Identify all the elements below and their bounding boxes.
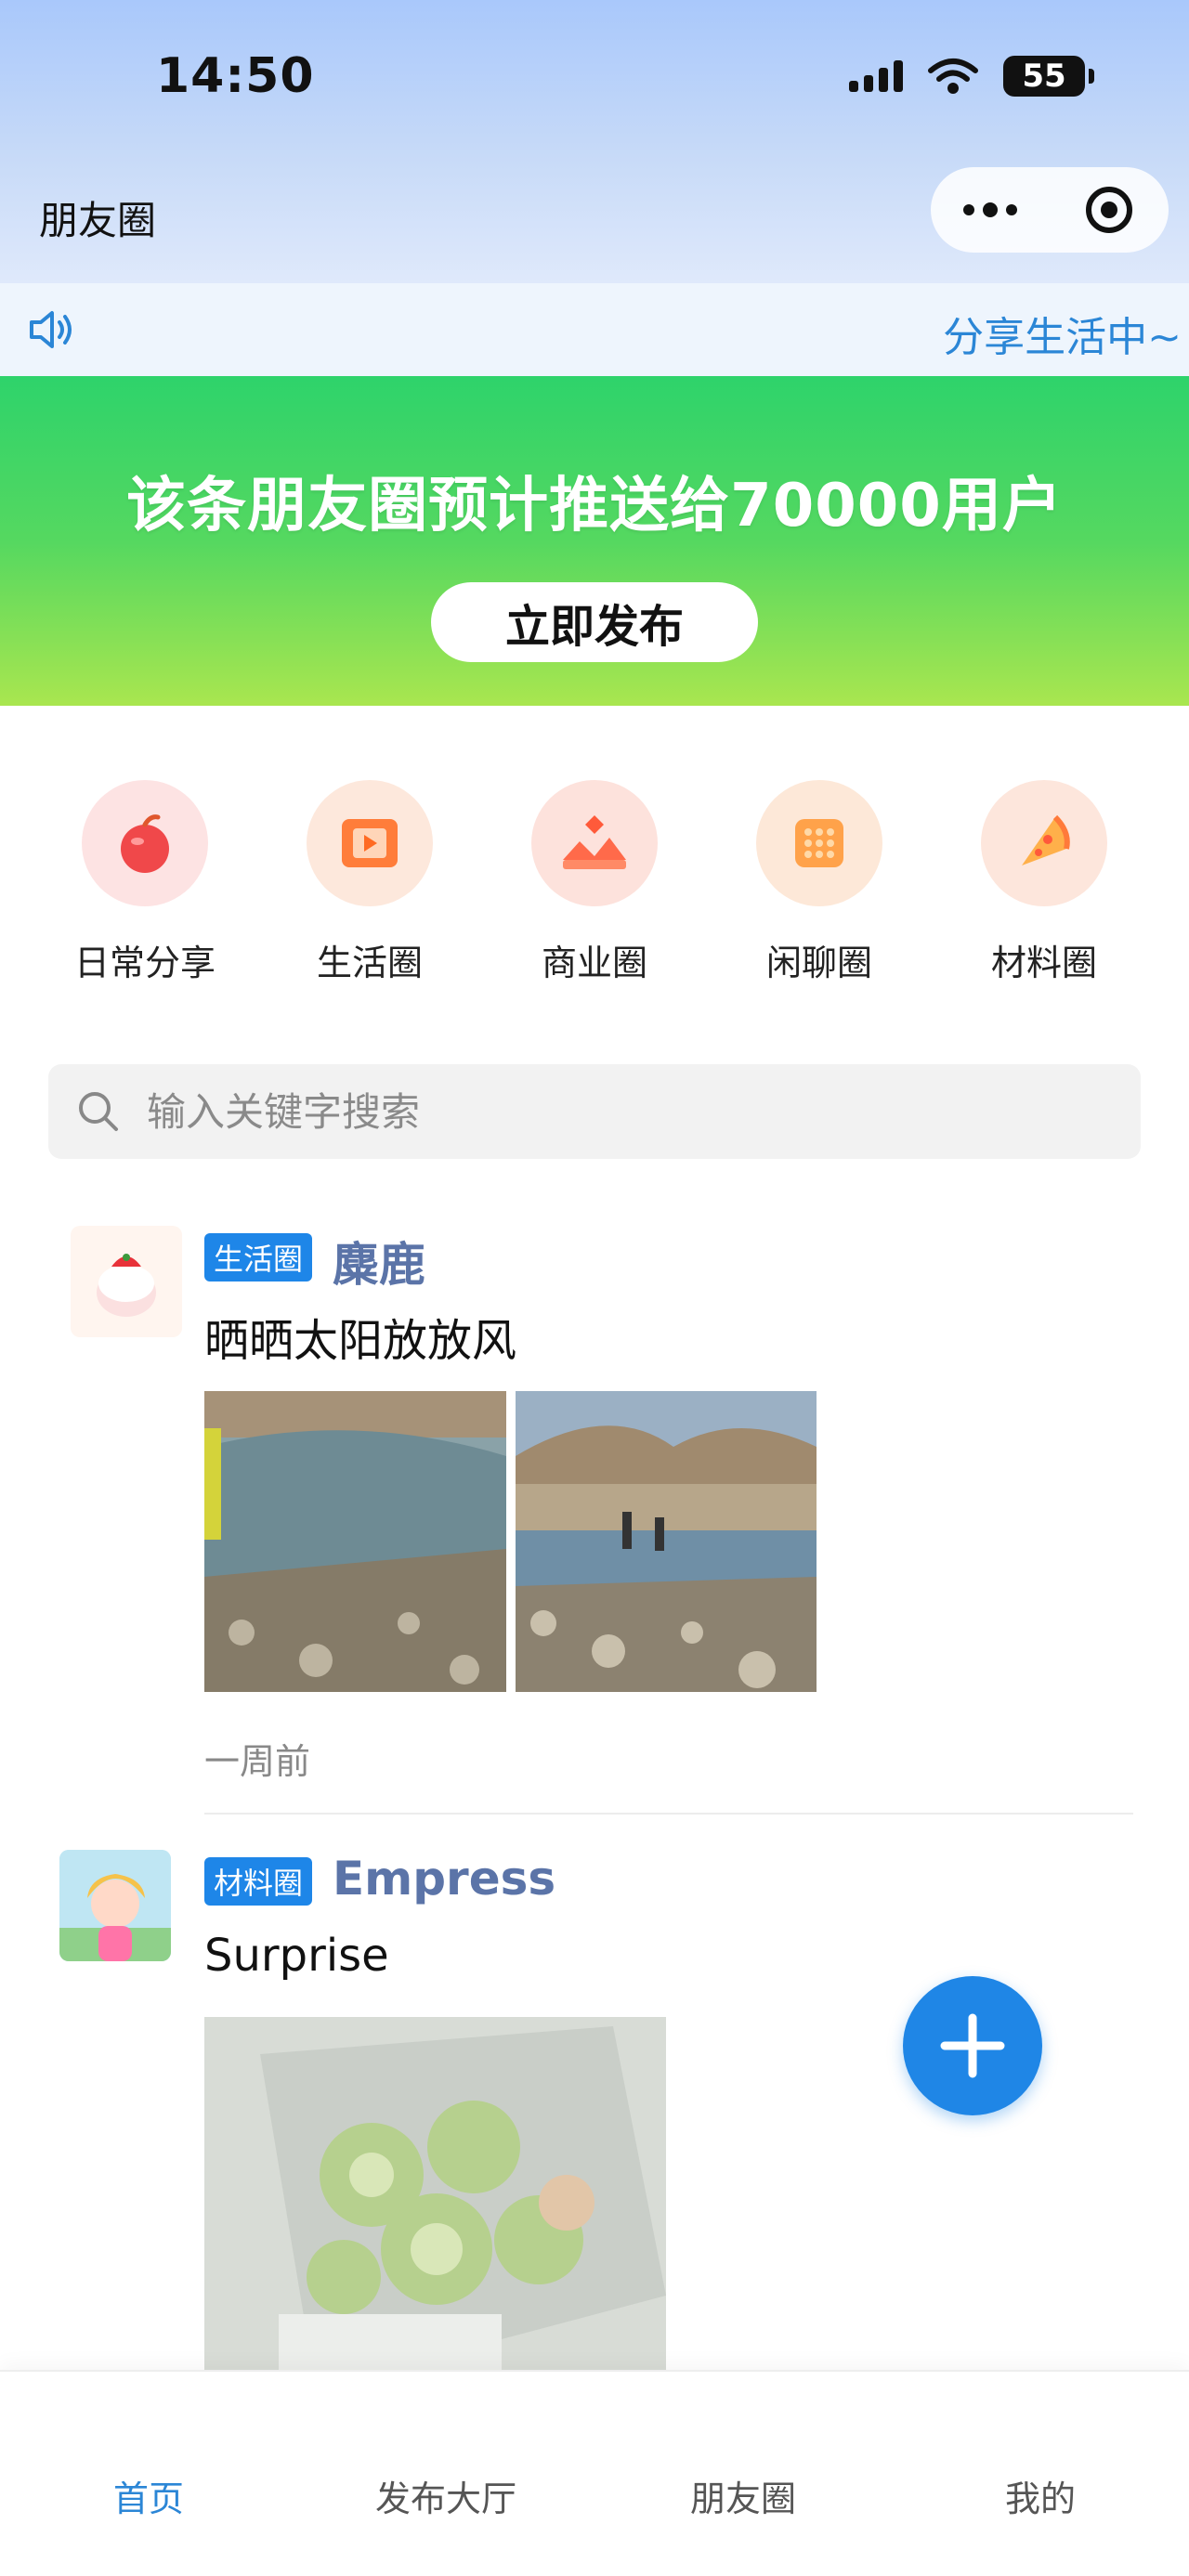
post-image[interactable] bbox=[516, 1391, 817, 1692]
post-author[interactable]: 麋鹿 bbox=[333, 1228, 425, 1295]
tab-home[interactable]: 首页 bbox=[113, 2470, 184, 2521]
page-title: 朋友圈 bbox=[39, 198, 157, 243]
category-label: 材料圈 bbox=[990, 943, 1097, 983]
post-image[interactable] bbox=[204, 1391, 506, 1692]
post-divider bbox=[204, 1813, 1133, 1815]
target-icon bbox=[1086, 187, 1132, 233]
category-label: 日常分享 bbox=[73, 943, 216, 983]
pizza-icon bbox=[981, 780, 1107, 906]
post-image[interactable] bbox=[204, 2017, 666, 2388]
publish-now-button[interactable]: 立即发布 bbox=[431, 582, 758, 662]
promo-banner: 该条朋友圈预计推送给70000用户 立即发布 bbox=[0, 376, 1189, 706]
post-time: 一周前 bbox=[204, 1741, 311, 1782]
shop-icon bbox=[531, 780, 658, 906]
avatar[interactable] bbox=[71, 1226, 182, 1337]
battery-indicator: 55 bbox=[1003, 56, 1094, 97]
category-label: 生活圈 bbox=[316, 943, 423, 983]
search-bar[interactable] bbox=[48, 1064, 1141, 1159]
post-tag: 材料圈 bbox=[204, 1857, 313, 1906]
category-grid: 日常分享 生活圈 商业圈 闲聊圈 材料圈 bbox=[0, 780, 1189, 994]
category-material[interactable]: 材料圈 bbox=[951, 780, 1137, 985]
speaker-icon bbox=[30, 311, 72, 348]
status-icons: 55 bbox=[849, 56, 1094, 97]
biscuit-icon bbox=[756, 780, 882, 906]
signal-icon bbox=[849, 60, 903, 92]
category-label: 闲聊圈 bbox=[765, 943, 872, 983]
category-chat[interactable]: 闲聊圈 bbox=[726, 780, 912, 985]
more-dots-icon bbox=[963, 202, 1017, 217]
post-content: 晒晒太阳放放风 bbox=[204, 1315, 517, 1367]
category-business[interactable]: 商业圈 bbox=[502, 780, 687, 985]
notice-bar: 分享生活中~ bbox=[0, 283, 1189, 376]
category-life[interactable]: 生活圈 bbox=[277, 780, 463, 985]
tab-publish-hall[interactable]: 发布大厅 bbox=[375, 2470, 516, 2521]
notice-text: 分享生活中~ bbox=[943, 314, 1182, 361]
search-input[interactable] bbox=[145, 1087, 981, 1136]
tab-moments[interactable]: 朋友圈 bbox=[690, 2470, 796, 2521]
more-button[interactable] bbox=[931, 167, 1050, 253]
plus-icon bbox=[940, 2013, 1005, 2078]
close-button[interactable] bbox=[1050, 167, 1169, 253]
video-play-icon bbox=[307, 780, 433, 906]
post-author[interactable]: Empress bbox=[333, 1852, 555, 1906]
bottom-tab-bar: 首页 发布大厅 朋友圈 我的 bbox=[0, 2370, 1189, 2576]
banner-headline: 该条朋友圈预计推送给70000用户 bbox=[126, 472, 1063, 540]
tab-me[interactable]: 我的 bbox=[1005, 2470, 1076, 2521]
add-post-button[interactable] bbox=[903, 1976, 1042, 2115]
avatar[interactable] bbox=[59, 1850, 171, 1961]
apple-icon bbox=[82, 780, 208, 906]
category-daily[interactable]: 日常分享 bbox=[52, 780, 238, 985]
post-tag: 生活圈 bbox=[204, 1233, 313, 1281]
post-content: Surprise bbox=[204, 1930, 389, 1982]
search-icon bbox=[79, 1092, 118, 1131]
mini-program-capsule bbox=[931, 167, 1169, 253]
wifi-icon bbox=[928, 59, 978, 94]
category-label: 商业圈 bbox=[541, 943, 647, 983]
status-time: 14:50 bbox=[156, 48, 315, 104]
